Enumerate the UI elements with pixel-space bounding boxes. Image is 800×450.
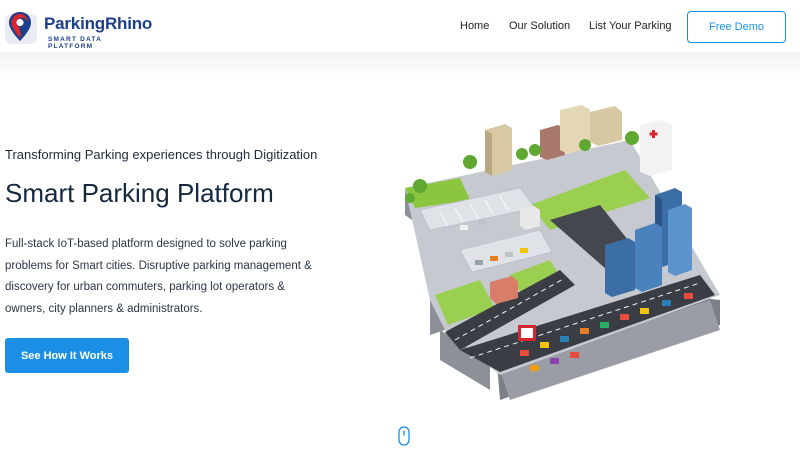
hero-headline: Smart Parking Platform [5, 178, 274, 208]
isometric-smart-city-illustration [405, 105, 720, 400]
hero-description: Full-stack IoT-based platform designed t… [5, 238, 312, 315]
nav-list-your-parking[interactable]: List Your Parking [589, 20, 672, 32]
brand-name: ParkingRhino [44, 14, 153, 33]
mouse-scroll-icon[interactable] [398, 426, 410, 446]
hero-tagline: Transforming Parking experiences through… [5, 147, 318, 162]
site-header: ParkingRhino SMART DATA PLATFORM Home Ou… [0, 0, 800, 52]
map-pin-logo-icon [5, 12, 37, 44]
free-demo-button[interactable]: Free Demo [687, 11, 786, 43]
see-how-it-works-button[interactable]: See How It Works [5, 338, 129, 373]
brand-tagline: SMART DATA PLATFORM [48, 36, 102, 50]
nav-our-solution[interactable]: Our Solution [509, 20, 570, 32]
brand-logo[interactable]: ParkingRhino SMART DATA PLATFORM [4, 6, 152, 50]
nav-home[interactable]: Home [460, 20, 489, 32]
header-shadow [0, 52, 800, 78]
